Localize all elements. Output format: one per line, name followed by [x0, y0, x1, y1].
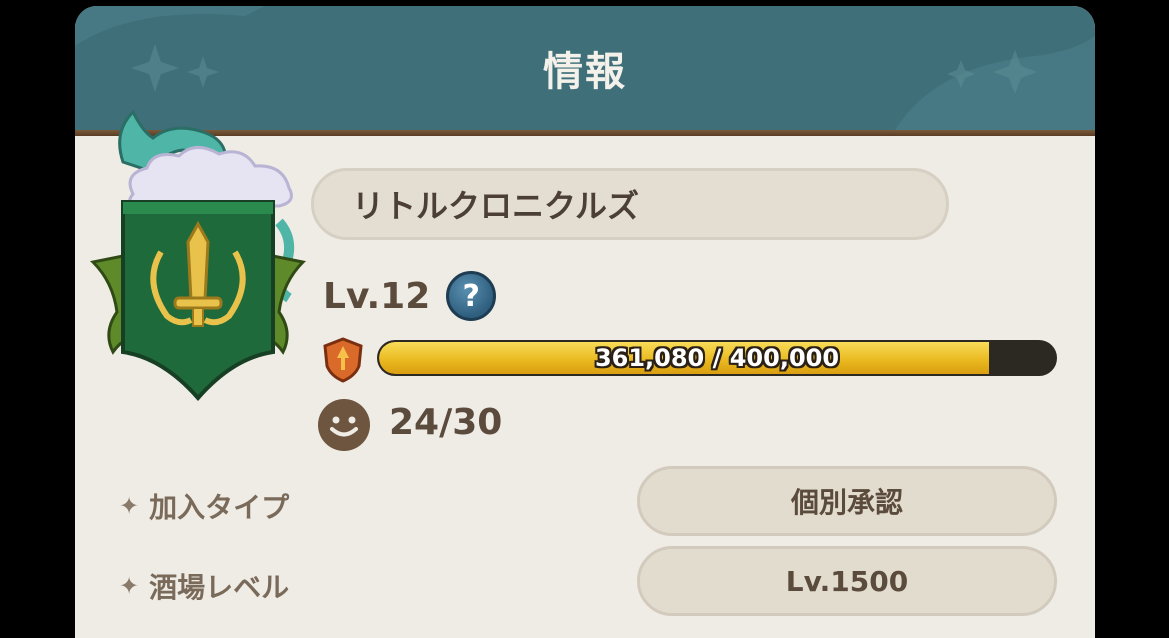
guild-info-panel: 情報 リトルクロニクルズ Lv.12 ? 361,080 / 400,000 2…: [75, 6, 1095, 638]
join-type-label: 加入タイプ: [149, 491, 290, 524]
tavern-level-field: Lv.1500: [637, 546, 1057, 616]
tavern-level-label-row: ✦ 酒場レベル: [119, 566, 289, 606]
guild-level: Lv.12: [323, 275, 431, 317]
guild-exp-text: 361,080 / 400,000: [594, 344, 840, 372]
guild-emblem-icon: [89, 109, 307, 402]
join-type-value: 個別承認: [790, 486, 903, 519]
sparkle-star-icon: ✦: [119, 572, 140, 600]
question-icon[interactable]: ?: [446, 271, 497, 321]
smiley-members-icon: [318, 399, 370, 451]
guild-level-row: Lv.12 ?: [323, 268, 497, 324]
member-count: 24/30: [389, 402, 503, 443]
tavern-level-value: Lv.1500: [785, 564, 909, 598]
guild-name-field: リトルクロニクルズ: [311, 168, 949, 240]
guild-exp-bar: 361,080 / 400,000: [377, 340, 1057, 376]
guild-exp-icon: [323, 337, 363, 383]
join-type-field: 個別承認: [637, 466, 1057, 536]
join-type-label-row: ✦ 加入タイプ: [119, 486, 289, 526]
sparkle-star-icon: ✦: [119, 492, 140, 520]
tavern-level-label: 酒場レベル: [149, 571, 290, 604]
guild-name: リトルクロニクルズ: [352, 187, 640, 225]
